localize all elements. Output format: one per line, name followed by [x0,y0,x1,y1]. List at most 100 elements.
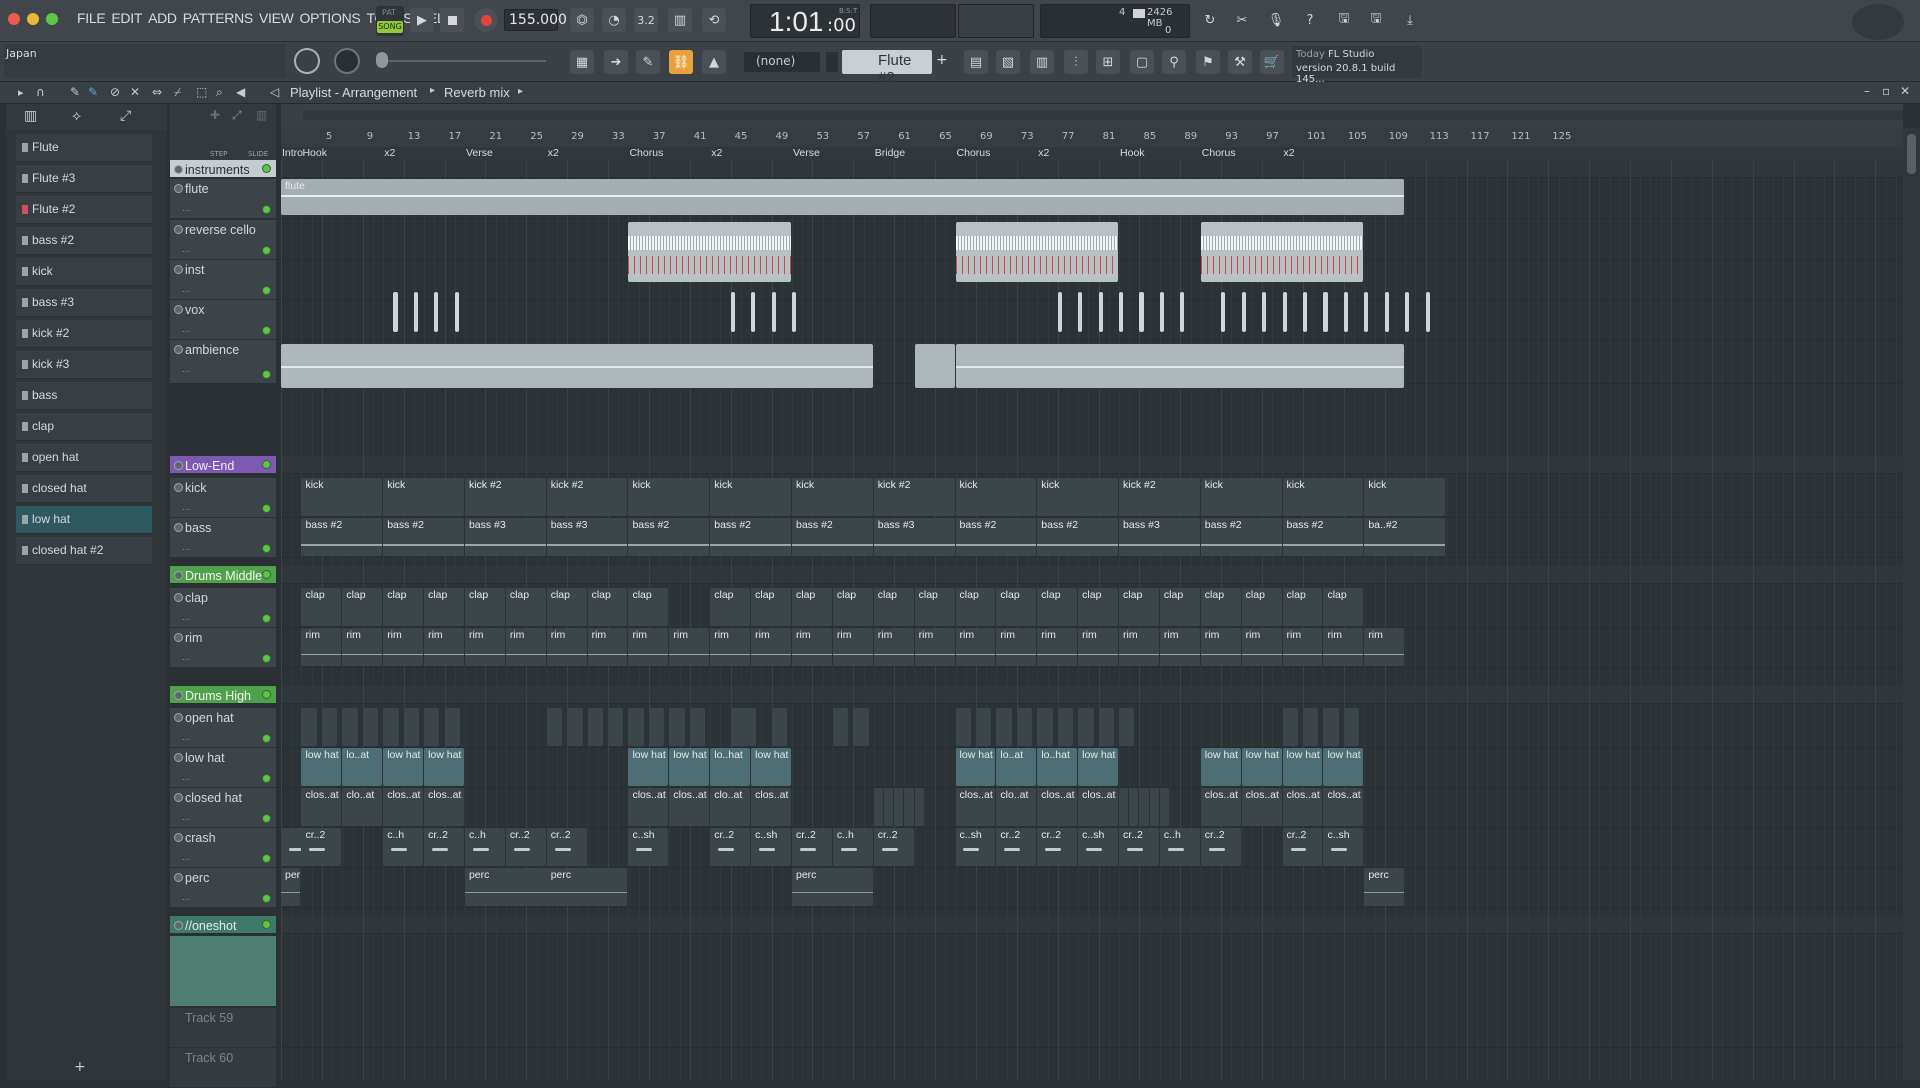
crash-clip[interactable]: cr..2 [873,828,914,866]
vox-clip[interactable] [393,292,398,332]
clap-clip[interactable]: clap [424,588,464,626]
track-power-icon[interactable] [174,265,183,274]
slip-tool-icon[interactable]: ⇔ [152,85,162,99]
track-active-icon[interactable] [262,246,271,255]
track-power-icon[interactable] [174,305,183,314]
channel-rack-icon[interactable]: ▥ [1030,50,1054,74]
track-power-icon[interactable] [174,793,183,802]
vox-clip[interactable] [1159,292,1165,332]
stamp-icon[interactable]: ▲ [702,50,726,74]
crash-clip[interactable]: cr..2 [996,828,1037,866]
vox-clip[interactable] [1119,292,1124,332]
rim-clip[interactable]: rim [464,628,505,666]
crash-clip[interactable]: cr..2 [301,828,342,866]
rim-clip[interactable]: rim [546,628,587,666]
rim-clip[interactable]: rim [1078,628,1119,666]
closed-hat-clip[interactable]: clo..at [710,788,751,826]
track-header-clap[interactable]: clap... [170,588,276,628]
picker-item[interactable]: low hat [16,506,152,534]
flute-clip[interactable]: flute [281,179,1405,215]
open-hat-clip[interactable] [546,708,563,746]
rim-clip[interactable]: rim [1037,628,1078,666]
track-header-track-59[interactable]: Track 59 [170,1008,276,1048]
closed-hat-clip[interactable] [1139,788,1149,826]
reverse-cello-clip[interactable] [1200,222,1364,282]
vox-clip[interactable] [1303,292,1308,332]
automation-picker-icon[interactable]: ⤢ [120,108,131,124]
rim-clip[interactable]: rim [383,628,424,666]
tempo-display[interactable]: 155.000 [504,9,567,31]
clap-clip[interactable]: clap [914,588,955,626]
track-header-drums-high[interactable]: Drums High [170,686,276,704]
crash-clip[interactable]: cr..2 [505,828,546,866]
clap-clip[interactable]: clap [1323,588,1364,626]
playlist-icon[interactable]: ▤ [964,50,988,74]
crash-clip[interactable]: c..h [1159,828,1200,866]
closed-hat-clip[interactable] [1159,788,1170,826]
record-button[interactable] [474,8,498,32]
low-hat-clip[interactable]: low hat [1200,748,1241,786]
picker-item[interactable]: bass [16,382,152,410]
vox-clip[interactable] [1405,292,1410,332]
vox-clip[interactable] [1343,292,1348,332]
zoom-tool-icon[interactable]: ⌕ [216,85,223,100]
open-hat-clip[interactable] [608,708,624,746]
rim-clip[interactable]: rim [792,628,832,666]
cut-icon[interactable]: ✂ [1230,8,1254,32]
vox-clip[interactable] [1057,292,1062,332]
low-hat-clip[interactable]: low hat [383,748,424,786]
clap-clip[interactable]: clap [751,588,791,626]
plugin-icon[interactable]: ⚲ [1162,50,1186,74]
clap-clip[interactable]: clap [1078,588,1119,626]
open-hat-clip[interactable] [740,708,757,746]
track-active-icon[interactable] [262,654,271,663]
closed-hat-clip[interactable]: clos..at [301,788,342,826]
clap-clip[interactable]: clap [1282,588,1323,626]
track-header-perc[interactable]: perc... [170,868,276,908]
rim-clip[interactable]: rim [424,628,464,666]
pattern-selector-none[interactable]: (none) [744,52,820,72]
clap-clip[interactable]: clap [505,588,546,626]
open-hat-clip[interactable] [1057,708,1074,746]
open-hat-clip[interactable] [832,708,849,746]
pickaxe-icon[interactable]: ⚒ [1228,50,1252,74]
closed-hat-clip[interactable] [1129,788,1139,826]
master-slider[interactable] [376,60,546,62]
picker-item[interactable]: closed hat [16,475,152,503]
bass-clip[interactable]: bass #3 [1119,518,1200,556]
bass-clip[interactable]: bass #2 [792,518,873,556]
open-hat-clip[interactable] [342,708,358,746]
pattern-picker-icon[interactable]: ▥ [24,108,37,124]
track-power-icon[interactable] [174,571,183,580]
clap-clip[interactable]: clap [1200,588,1241,626]
crash-clip[interactable]: cr..2 [1037,828,1078,866]
vox-clip[interactable] [1323,292,1328,332]
master-pitch-knob[interactable] [334,48,360,74]
piano-roll-icon[interactable]: ▦ [570,50,594,74]
clap-clip[interactable]: clap [546,588,587,626]
pattern-prev-button[interactable] [826,52,838,72]
closed-hat-clip[interactable]: clos..at [1200,788,1241,826]
open-hat-clip[interactable] [1078,708,1094,746]
crash-clip[interactable]: cr..2 [1119,828,1159,866]
track-header-closed-hat[interactable]: closed hat... [170,788,276,828]
picker-item[interactable]: kick [16,258,152,286]
rim-clip[interactable]: rim [832,628,873,666]
export-icon[interactable]: ⤓ [1398,8,1422,32]
track-header-vox[interactable]: vox... [170,300,276,340]
clap-clip[interactable]: clap [832,588,873,626]
closed-hat-clip[interactable]: clos..at [424,788,464,826]
wait-input-icon[interactable]: ◔ [602,8,626,32]
open-hat-clip[interactable] [1303,708,1319,746]
link-icon[interactable]: ⛓ [669,50,693,74]
open-hat-clip[interactable] [689,708,706,746]
track-active-icon[interactable] [262,570,271,579]
picker-item[interactable]: open hat [16,444,152,472]
bass-clip[interactable]: bass #2 [383,518,464,556]
kick-clip[interactable]: kick #2 [1119,478,1200,516]
closed-hat-clip[interactable]: clos..at [1241,788,1282,826]
track-power-icon[interactable] [174,184,183,193]
perc-clip[interactable]: perc [546,868,628,906]
low-hat-clip[interactable]: lo..hat [710,748,751,786]
open-hat-clip[interactable] [996,708,1012,746]
